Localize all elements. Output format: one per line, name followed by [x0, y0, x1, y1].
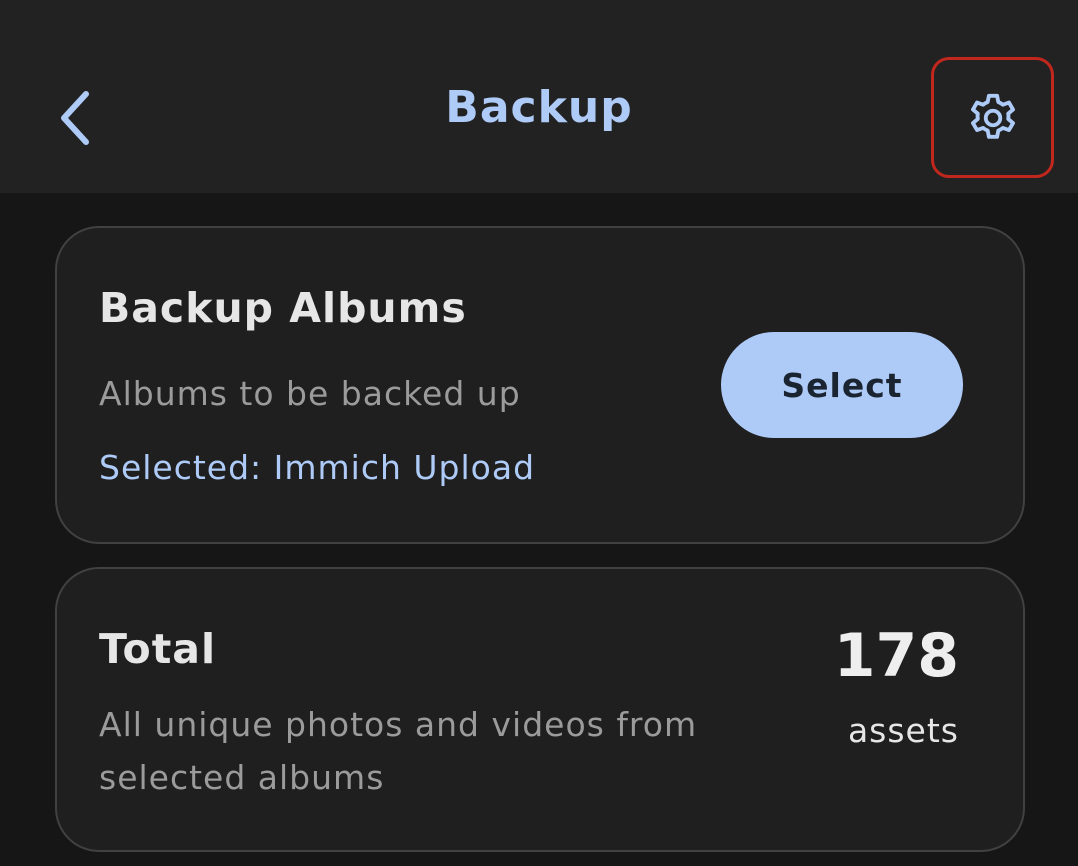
- card-description-line1: All unique photos and videos from: [99, 705, 698, 744]
- card-description-line2: selected albums: [99, 758, 385, 797]
- asset-count: 178: [833, 621, 959, 691]
- selected-albums-text: Selected: Immich Upload: [99, 448, 536, 487]
- card-title: Total: [99, 625, 217, 673]
- total-card: Total All unique photos and videos from …: [55, 567, 1025, 852]
- card-subtitle: Albums to be backed up: [99, 374, 521, 413]
- settings-button[interactable]: [931, 57, 1054, 178]
- select-albums-button[interactable]: Select: [721, 332, 963, 438]
- asset-count-unit: assets: [847, 711, 959, 750]
- page-title: Backup: [445, 82, 633, 133]
- gear-icon: [970, 93, 1015, 139]
- backup-albums-card: Backup Albums Albums to be backed up Sel…: [55, 226, 1025, 544]
- app-bar: Backup: [0, 0, 1078, 193]
- card-title: Backup Albums: [99, 284, 467, 332]
